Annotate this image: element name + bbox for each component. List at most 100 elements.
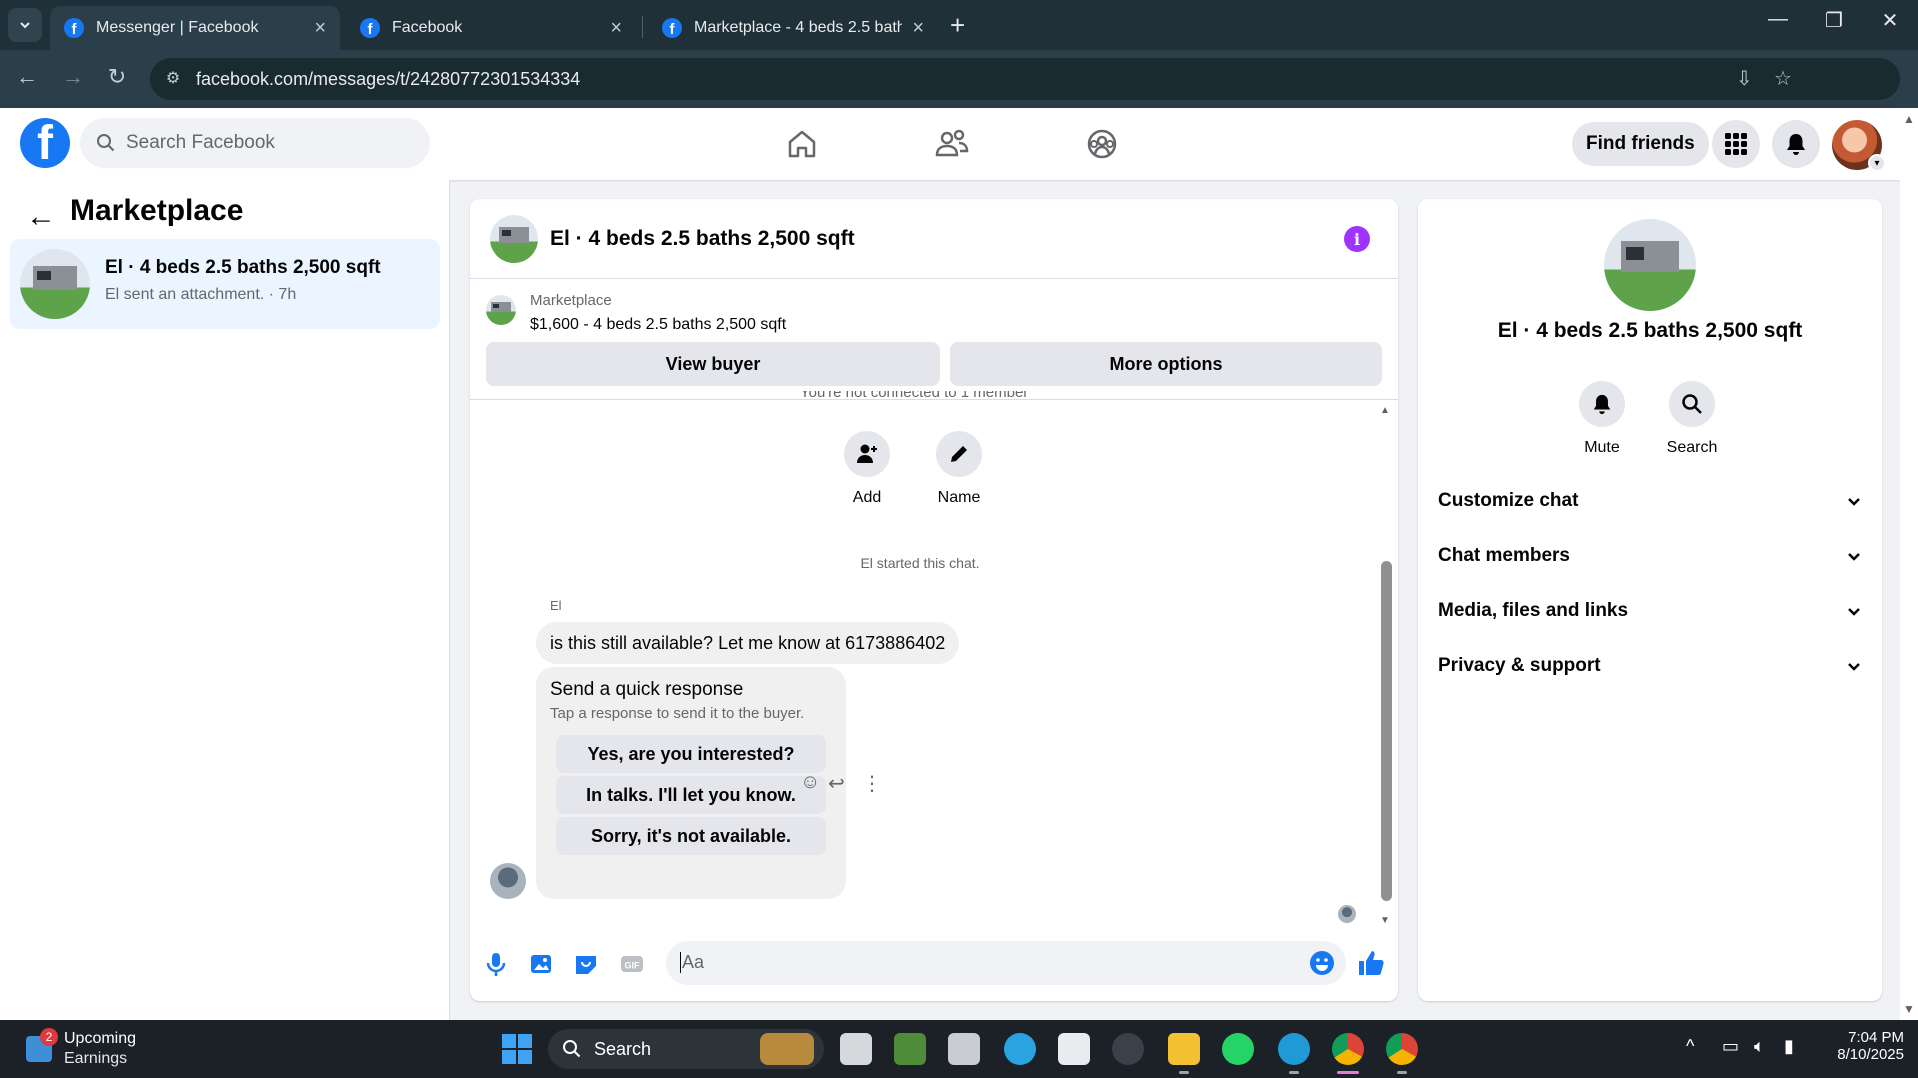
url-text: facebook.com/messages/t/2428077230153433… bbox=[196, 69, 581, 89]
show-hidden-icons-icon[interactable]: ^ bbox=[1686, 1036, 1694, 1057]
microphone-icon[interactable] bbox=[482, 950, 510, 978]
reload-button[interactable]: ↻ bbox=[102, 64, 132, 90]
network-icon[interactable]: ▭ bbox=[1722, 1036, 1739, 1057]
notifications-button[interactable] bbox=[1772, 120, 1820, 168]
message-input[interactable]: Aa bbox=[666, 941, 1346, 985]
close-tab-icon[interactable]: × bbox=[912, 17, 924, 40]
chat-scrollbar-thumb[interactable] bbox=[1381, 561, 1392, 901]
photo-icon[interactable] bbox=[528, 950, 556, 978]
chrome-profile-icon[interactable] bbox=[1386, 1033, 1418, 1065]
task-view-icon[interactable] bbox=[840, 1033, 872, 1065]
media-files-links-section[interactable]: Media, files and links bbox=[1438, 589, 1862, 633]
emoji-icon[interactable] bbox=[1308, 949, 1336, 977]
edge-icon[interactable] bbox=[1278, 1033, 1310, 1065]
tab-facebook[interactable]: f Facebook × bbox=[346, 6, 636, 50]
close-window-button[interactable]: ✕ bbox=[1870, 8, 1910, 33]
tab-title: Marketplace - 4 beds 2.5 baths bbox=[694, 19, 903, 36]
search-in-chat-button[interactable]: Search bbox=[1652, 381, 1732, 457]
name-chat-button[interactable]: Name bbox=[924, 431, 994, 507]
conversation-snippet: El sent an attachment. · 7h bbox=[105, 286, 297, 303]
more-actions-icon[interactable]: ⋮ bbox=[862, 771, 882, 796]
close-tab-icon[interactable]: × bbox=[610, 17, 622, 40]
more-options-button[interactable]: More options bbox=[950, 342, 1382, 386]
minimize-button[interactable]: — bbox=[1758, 8, 1798, 31]
chat-info-panel: El · 4 beds 2.5 baths 2,500 sqft Mute Se… bbox=[1418, 199, 1882, 1001]
friends-icon[interactable] bbox=[932, 124, 972, 164]
tab-title: Facebook bbox=[392, 19, 463, 36]
chat-members-section[interactable]: Chat members bbox=[1438, 534, 1862, 578]
bookmark-star-icon[interactable]: ☆ bbox=[1774, 66, 1792, 91]
page-scrollbar[interactable]: ▲ ▼ bbox=[1900, 108, 1918, 1020]
scroll-down-arrow[interactable]: ▼ bbox=[1903, 1002, 1915, 1016]
forward-button[interactable]: → bbox=[58, 64, 88, 90]
chat-title[interactable]: El · 4 beds 2.5 baths 2,500 sqft bbox=[550, 227, 855, 251]
back-button[interactable]: ← bbox=[12, 64, 42, 90]
facebook-search-input[interactable]: Search Facebook bbox=[80, 118, 430, 168]
file-explorer-icon[interactable] bbox=[1168, 1033, 1200, 1065]
taskbar-search[interactable]: Search bbox=[548, 1029, 824, 1069]
search-icon bbox=[97, 134, 115, 152]
tab-marketplace[interactable]: f Marketplace - 4 beds 2.5 baths × bbox=[648, 6, 938, 50]
react-icon[interactable]: ☺ bbox=[800, 771, 820, 794]
microsoft-store-icon[interactable] bbox=[1058, 1033, 1090, 1065]
mute-button[interactable]: Mute bbox=[1562, 381, 1642, 457]
app-icon[interactable] bbox=[948, 1033, 980, 1065]
privacy-support-section[interactable]: Privacy & support bbox=[1438, 644, 1862, 688]
menu-button[interactable] bbox=[1712, 120, 1760, 168]
tab-divider bbox=[642, 16, 643, 38]
find-friends-button[interactable]: Find friends bbox=[1572, 122, 1709, 166]
thumbs-up-icon[interactable] bbox=[1356, 948, 1386, 978]
listing-thumbnail[interactable] bbox=[1604, 219, 1696, 311]
listing-label: Marketplace bbox=[530, 292, 612, 309]
facebook-logo[interactable]: f bbox=[20, 118, 70, 168]
info-icon[interactable]: i bbox=[1344, 226, 1370, 252]
home-icon[interactable] bbox=[782, 124, 822, 164]
quick-response-in-talks[interactable]: In talks. I'll let you know. bbox=[556, 776, 826, 814]
site-settings-icon[interactable]: ⚙ bbox=[162, 68, 184, 90]
reply-icon[interactable]: ↩ bbox=[828, 771, 845, 796]
quick-response-not-available[interactable]: Sorry, it's not available. bbox=[556, 817, 826, 855]
whatsapp-icon[interactable] bbox=[1222, 1033, 1254, 1065]
facebook-favicon-icon: f bbox=[360, 18, 380, 38]
section-label: Privacy & support bbox=[1438, 655, 1601, 676]
sender-avatar[interactable] bbox=[490, 863, 526, 899]
chat-panel: El · 4 beds 2.5 baths 2,500 sqft i Marke… bbox=[470, 199, 1398, 1001]
listing-thumbnail[interactable] bbox=[490, 215, 538, 263]
sticker-icon[interactable] bbox=[572, 950, 600, 978]
chevron-down-icon bbox=[1848, 608, 1860, 616]
message-bubble[interactable]: is this still available? Let me know at … bbox=[536, 622, 960, 664]
scroll-up-arrow[interactable]: ▲ bbox=[1380, 405, 1390, 416]
search-icon bbox=[1682, 394, 1702, 414]
clock[interactable]: 7:04 PM 8/10/2025 bbox=[1828, 1029, 1904, 1063]
media-player-icon[interactable] bbox=[1112, 1033, 1144, 1065]
customize-chat-section[interactable]: Customize chat bbox=[1438, 479, 1862, 523]
view-buyer-button[interactable]: View buyer bbox=[486, 342, 940, 386]
quick-response-yes[interactable]: Yes, are you interested? bbox=[556, 735, 826, 773]
restore-button[interactable]: ❐ bbox=[1814, 8, 1854, 33]
tab-title: Messenger | Facebook bbox=[96, 19, 259, 36]
chrome-icon[interactable] bbox=[1332, 1033, 1364, 1065]
groups-icon[interactable] bbox=[1082, 124, 1122, 164]
back-arrow-icon[interactable]: ← bbox=[26, 200, 56, 234]
scroll-down-arrow[interactable]: ▼ bbox=[1380, 915, 1390, 926]
account-avatar[interactable]: ▾ bbox=[1832, 120, 1886, 172]
gif-icon[interactable]: GIF bbox=[618, 950, 646, 978]
battery-icon[interactable]: ▮ bbox=[1784, 1036, 1794, 1057]
windows-start-icon[interactable] bbox=[502, 1034, 532, 1064]
new-tab-button[interactable]: + bbox=[950, 10, 965, 41]
scroll-up-arrow[interactable]: ▲ bbox=[1903, 112, 1915, 126]
tab-messenger[interactable]: f Messenger | Facebook × bbox=[50, 6, 340, 50]
minecraft-icon[interactable] bbox=[894, 1033, 926, 1065]
close-tab-icon[interactable]: × bbox=[314, 17, 326, 40]
volume-icon[interactable]: 🔈︎ bbox=[1754, 1036, 1765, 1057]
listing-price[interactable]: $1,600 - 4 beds 2.5 baths 2,500 sqft bbox=[530, 316, 786, 334]
install-app-icon[interactable]: ⇩ bbox=[1736, 66, 1753, 91]
widget-subtitle: Earnings bbox=[64, 1050, 128, 1067]
conversation-item[interactable]: El · 4 beds 2.5 baths 2,500 sqft El sent… bbox=[10, 239, 440, 329]
telegram-icon[interactable] bbox=[1004, 1033, 1036, 1065]
add-people-button[interactable]: Add bbox=[832, 431, 902, 507]
facebook-header: f Search Facebook Find friends ▾ bbox=[0, 108, 1900, 180]
address-bar[interactable]: ⚙ facebook.com/messages/t/24280772301534… bbox=[150, 58, 1900, 100]
browser-toolbar: ← → ↻ ⚙ facebook.com/messages/t/24280772… bbox=[0, 50, 1918, 108]
tab-search-button[interactable] bbox=[8, 8, 42, 42]
